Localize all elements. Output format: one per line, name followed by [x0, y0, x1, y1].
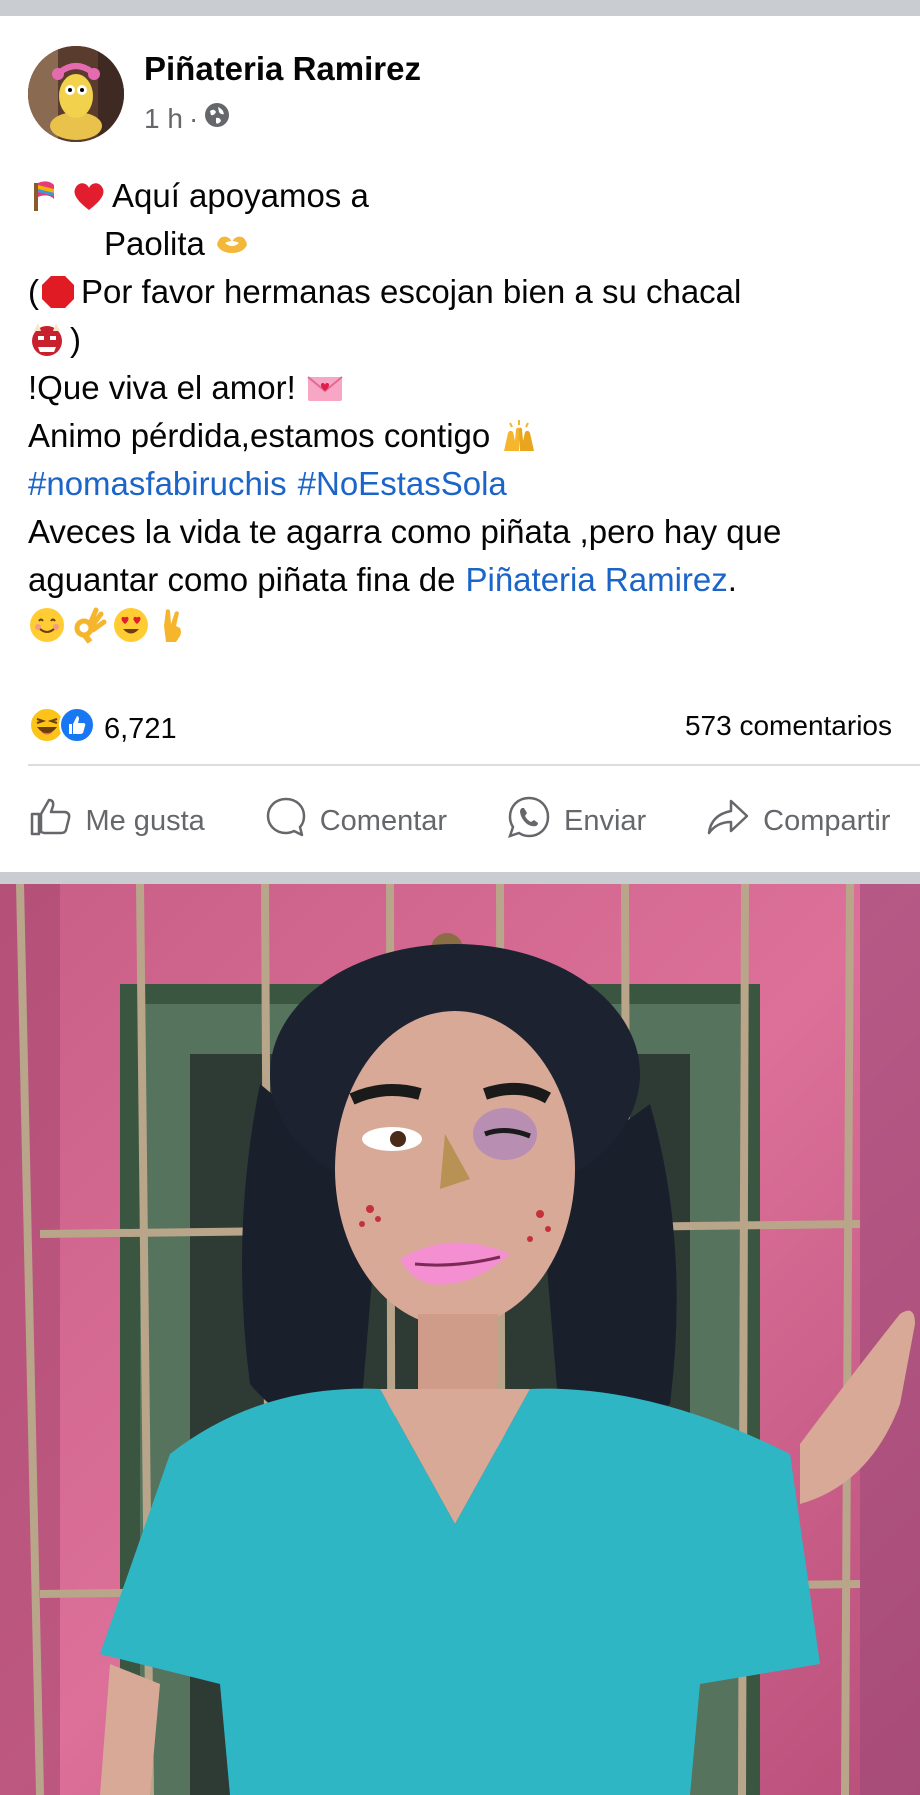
send-button[interactable]: Enviar — [506, 794, 646, 848]
post-line: ( Por favor hermanas escojan bien a su c… — [28, 268, 908, 316]
post-line-2: Paolita — [104, 225, 205, 262]
comment-icon — [264, 795, 308, 847]
post-line: Paolita — [28, 220, 908, 268]
like-reaction-icon — [58, 706, 96, 752]
whatsapp-icon — [506, 794, 552, 848]
share-label: Compartir — [763, 804, 891, 837]
comment-button[interactable]: Comentar — [264, 795, 447, 847]
post-line: Animo pérdida,estamos contigo — [28, 412, 908, 460]
post-line — [28, 606, 908, 644]
share-icon — [705, 797, 751, 845]
like-label: Me gusta — [85, 804, 205, 837]
raised-hands-emoji-icon — [500, 417, 538, 455]
post-line-6: Animo pérdida,estamos contigo — [28, 417, 491, 454]
action-bar: Me gusta Comentar Enviar Compartir — [0, 786, 920, 856]
heart-hands-emoji-icon — [213, 225, 251, 263]
share-button[interactable]: Compartir — [705, 797, 890, 845]
smiling-face-emoji-icon — [28, 606, 66, 644]
heart-eyes-emoji-icon — [112, 606, 150, 644]
red-circle-emoji-icon — [39, 273, 77, 311]
post-line-9: aguantar como piñata fina de — [28, 561, 456, 598]
page-name[interactable]: Piñateria Ramirez — [144, 50, 421, 88]
like-icon — [29, 797, 73, 845]
post-photo[interactable] — [0, 884, 920, 1795]
post-card: Piñateria Ramirez 1 h · Aquí apoyamos a … — [0, 16, 920, 872]
send-label: Enviar — [564, 804, 647, 837]
ok-hand-emoji-icon — [70, 606, 108, 644]
divider — [28, 764, 920, 766]
post-line: aguantar como piñata fina de Piñateria R… — [28, 556, 908, 604]
heart-emoji-icon — [70, 177, 108, 215]
post-meta: 1 h · — [144, 102, 230, 135]
close-paren: ) — [70, 321, 81, 358]
reactions-count: 6,721 — [104, 712, 177, 745]
post-line: #nomasfabiruchis #NoEstasSola — [28, 460, 908, 508]
comments-count[interactable]: 573 comentarios — [685, 710, 892, 742]
page-mention-link[interactable]: Piñateria Ramirez — [465, 556, 727, 604]
post-line: Aquí apoyamos a — [28, 172, 908, 220]
victory-hand-emoji-icon — [154, 606, 192, 644]
post-line: !Que viva el amor! — [28, 364, 908, 412]
hashtag-link[interactable]: #nomasfabiruchis — [28, 460, 287, 508]
flag-emoji-icon — [28, 177, 66, 215]
reactions-summary[interactable]: 6,721 — [28, 706, 177, 752]
like-button[interactable]: Me gusta — [29, 797, 205, 845]
post-time[interactable]: 1 h — [144, 103, 183, 135]
post-line-3: Por favor hermanas escojan bien a su cha… — [81, 273, 742, 310]
post-line: Aveces la vida te agarra como piñata ,pe… — [28, 508, 908, 556]
ogre-emoji-icon — [28, 321, 66, 359]
period: . — [727, 561, 737, 598]
love-letter-emoji-icon — [306, 369, 344, 407]
page-avatar[interactable] — [28, 46, 124, 142]
comment-label: Comentar — [319, 804, 448, 837]
meta-separator: · — [188, 102, 199, 134]
post-line-1: Aquí apoyamos a — [112, 177, 369, 214]
post-line-5: !Que viva el amor! — [28, 369, 296, 406]
post-line: ) — [28, 316, 908, 364]
hashtag-link[interactable]: #NoEstasSola — [298, 460, 507, 508]
globe-icon — [204, 102, 230, 135]
post-line-8: Aveces la vida te agarra como piñata ,pe… — [28, 513, 782, 550]
post-text: Aquí apoyamos a Paolita ( Por favor herm… — [28, 172, 908, 644]
open-paren: ( — [28, 273, 39, 310]
